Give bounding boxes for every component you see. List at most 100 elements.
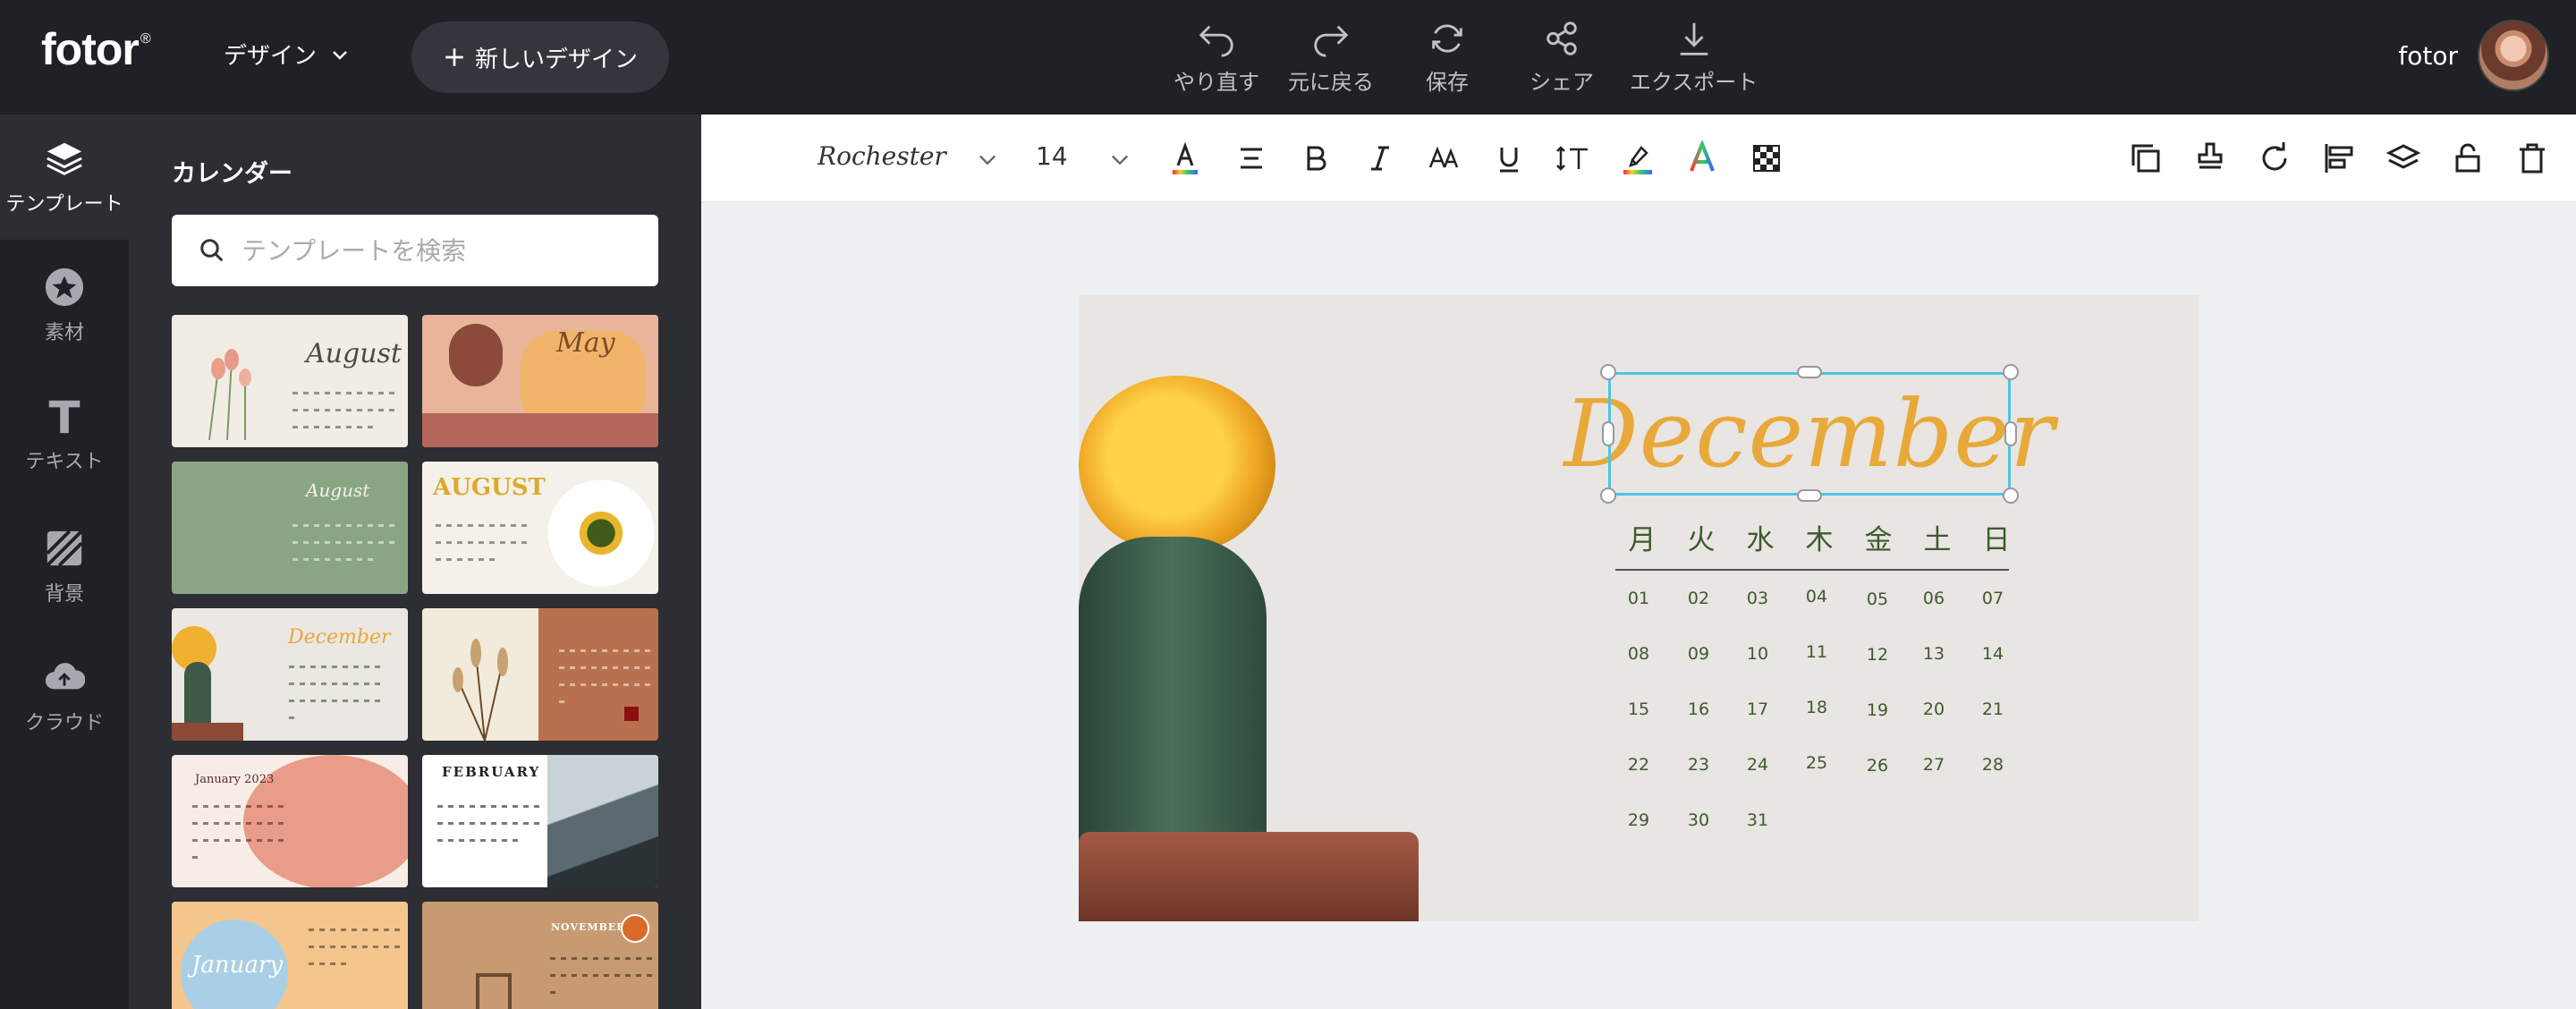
align-objects-button[interactable] [2320,140,2358,177]
template-caption: AUGUST [433,474,546,501]
user-name: fotor [2398,40,2458,71]
weekday-divider [1615,569,2009,571]
highlight-button[interactable] [1619,140,1657,177]
design-menu[interactable]: デザイン [224,38,351,71]
resize-handle[interactable] [1602,421,1614,446]
share-button[interactable]: シェア [1530,18,1594,98]
chevron-down-icon[interactable] [975,147,1000,172]
layer-order-button[interactable] [2385,140,2422,177]
template-thumb[interactable]: FEBRUARY [422,755,658,887]
day-number: 31 [1746,810,1769,830]
duplicate-icon [2131,144,2160,173]
rail-label-text: テキスト [25,451,104,473]
day-number: 29 [1627,810,1650,830]
flower-illustration [208,349,251,440]
day-number: 28 [1981,755,2004,775]
abstract-shape [422,413,658,447]
lock-button[interactable] [2449,140,2487,177]
rail-item-cloud[interactable]: クラウド [0,633,129,759]
template-thumb[interactable]: December [172,608,408,741]
font-family-value: Rochester [818,141,946,171]
format-painter-button[interactable] [2191,140,2229,177]
chevron-down-icon[interactable] [1107,147,1132,172]
undo-button[interactable]: やり直す [1174,18,1259,98]
rail-item-background[interactable]: 背景 [0,504,129,630]
design-canvas[interactable]: December 月 火 水 木 金 土 日 01 02 03 04 05 06… [1079,295,2199,921]
template-search[interactable] [172,215,658,286]
redo-button[interactable]: 元に戻る [1288,18,1374,98]
day-number: 27 [1922,755,1945,775]
save-button[interactable]: 保存 [1426,18,1469,98]
template-thumb[interactable]: January 2023 [172,755,408,887]
user-menu[interactable]: fotor [2398,20,2549,91]
align-center-icon [1241,148,1262,169]
resize-handle[interactable] [1600,488,1616,504]
new-design-button[interactable]: 新しいデザイン [411,21,669,93]
mountain-photo [547,755,658,887]
cactus-body [1079,537,1267,877]
day-number: 02 [1687,589,1710,608]
text-color-icon [1173,141,1198,174]
fotor-logo[interactable]: fotor ® [41,23,151,75]
template-caption: December [288,626,391,649]
duplicate-button[interactable] [2127,140,2165,177]
rotate-button[interactable] [2256,140,2293,177]
font-family-select[interactable]: Rochester [818,141,946,171]
text-case-button[interactable] [1426,140,1463,177]
template-thumb[interactable]: AUGUST [422,462,658,594]
template-thumb[interactable] [422,608,658,741]
delete-button[interactable] [2513,140,2551,177]
chair-illustration [476,973,512,1009]
day-number: 30 [1687,810,1710,830]
abstract-shape [449,324,503,386]
resize-handle[interactable] [2003,364,2019,380]
rail-item-text[interactable]: テキスト [0,372,129,497]
align-button[interactable] [1233,140,1270,177]
cactus-flower [1079,376,1275,555]
cloud-upload-icon [45,663,85,690]
template-thumb[interactable]: August [172,462,408,594]
line-spacing-button[interactable] [1555,140,1592,177]
day-number: 01 [1627,589,1650,608]
date-marker [624,707,639,721]
line-spacing-icon [1556,146,1588,171]
italic-icon [1371,146,1389,171]
bold-button[interactable] [1297,140,1335,177]
day-number: 26 [1866,756,1889,776]
weekday-label: 火 [1687,524,1716,556]
mini-calendar [435,796,542,847]
rail-item-templates[interactable]: テンプレート [0,114,129,240]
template-thumb[interactable]: January [172,902,408,1009]
italic-button[interactable] [1361,140,1399,177]
search-input[interactable] [240,234,633,267]
resize-handle[interactable] [1797,366,1822,378]
template-thumb[interactable]: May [422,315,658,447]
rail-item-elements[interactable]: 素材 [0,243,129,369]
day-number: 08 [1627,644,1650,664]
resize-handle[interactable] [1797,489,1822,502]
rail-label-templates: テンプレート [5,193,123,216]
template-thumb[interactable]: August [172,315,408,447]
resize-handle[interactable] [1600,364,1616,380]
transparency-button[interactable] [1748,140,1785,177]
text-color-button[interactable] [1166,140,1204,177]
text-toolbar: Rochester 14 [701,114,2576,202]
text-case-icon [1428,146,1459,168]
underline-button[interactable] [1490,140,1528,177]
template-caption: January 2023 [195,773,275,786]
resize-handle[interactable] [2004,421,2017,446]
font-size-select[interactable]: 14 [1036,141,1068,171]
selection-box [1608,372,2011,496]
avatar[interactable] [2478,20,2549,91]
underline-icon [1500,148,1518,173]
day-number: 18 [1805,698,1828,717]
export-button[interactable]: エクスポート [1630,18,1758,98]
font-size-value: 14 [1036,141,1068,171]
resize-handle[interactable] [2003,488,2019,504]
mini-calendar [433,515,531,566]
highlighter-icon [1623,146,1652,174]
template-thumb[interactable]: NOVEMBER [422,902,658,1009]
plus-icon [445,48,463,66]
daisy-illustration [547,479,655,587]
gradient-text-button[interactable] [1683,140,1721,177]
